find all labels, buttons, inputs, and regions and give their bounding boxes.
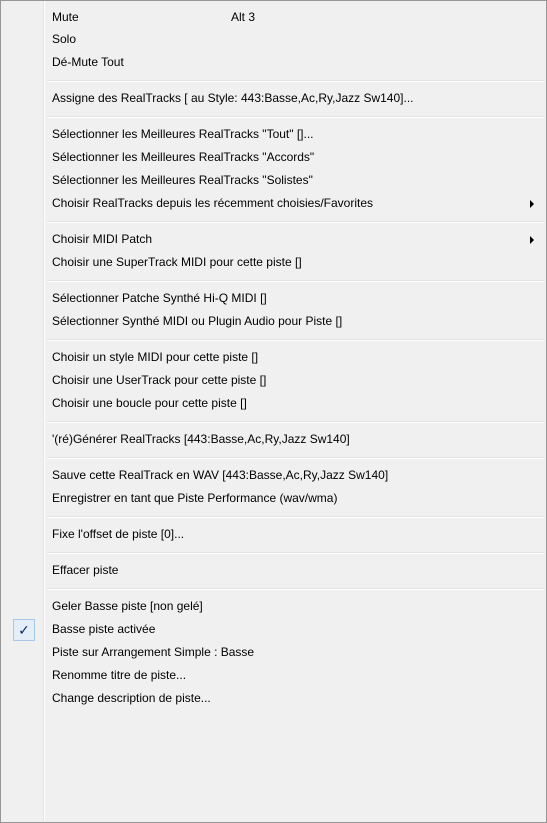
menu-item-choose-usertrack[interactable]: Choisir une UserTrack pour cette piste [… — [3, 370, 544, 392]
menu-item-label: Choisir un style MIDI pour cette piste [… — [52, 350, 259, 364]
menu-item-save-realtrack-wav[interactable]: Sauve cette RealTrack en WAV [443:Basse,… — [3, 465, 544, 487]
checkmark-icon: ✓ — [13, 619, 35, 641]
menu-item-assign-realtracks[interactable]: Assigne des RealTracks [ au Style: 443:B… — [3, 88, 544, 110]
menu-separator — [47, 80, 544, 82]
menu-item-choose-midi-style[interactable]: Choisir un style MIDI pour cette piste [… — [3, 347, 544, 369]
menu-item-label: '(ré)Générer RealTracks [443:Basse,Ac,Ry… — [52, 432, 350, 446]
menu-item-change-track-description[interactable]: Change description de piste... — [3, 688, 544, 710]
menu-item-label: Geler Basse piste [non gelé] — [52, 599, 203, 613]
menu-separator — [47, 280, 544, 282]
menu-item-choose-midi-supertrack[interactable]: Choisir une SuperTrack MIDI pour cette p… — [3, 252, 544, 274]
menu-item-label: Sélectionner les Meilleures RealTracks "… — [52, 127, 314, 141]
menu-separator — [47, 421, 544, 423]
menu-item-regenerate-realtracks[interactable]: '(ré)Générer RealTracks [443:Basse,Ac,Ry… — [3, 429, 544, 451]
submenu-arrow-icon — [530, 236, 534, 244]
menu-item-label: Choisir MIDI Patch — [52, 232, 153, 246]
menu-separator — [47, 516, 544, 518]
menu-item-best-realtracks-all[interactable]: Sélectionner les Meilleures RealTracks "… — [3, 124, 544, 146]
menu-item-label: Fixe l'offset de piste [0]... — [52, 527, 185, 541]
menu-item-label: Renomme titre de piste... — [52, 668, 187, 682]
menu-item-clear-track[interactable]: Effacer piste — [3, 560, 544, 582]
menu-item-label: Dé-Mute Tout — [52, 55, 124, 69]
menu-item-freeze-bass-track[interactable]: Geler Basse piste [non gelé] — [3, 596, 544, 618]
menu-item-label: Mute — [52, 10, 79, 24]
menu-separator — [47, 221, 544, 223]
menu-item-label: Choisir une SuperTrack MIDI pour cette p… — [52, 255, 302, 269]
menu-item-best-realtracks-chords[interactable]: Sélectionner les Meilleures RealTracks "… — [3, 147, 544, 169]
menu-item-unmute-all[interactable]: Dé-Mute Tout — [3, 52, 544, 74]
menu-separator — [47, 457, 544, 459]
menu-item-shortcut: Alt 3 — [231, 10, 256, 24]
menu-item-mute[interactable]: Mute Alt 3 — [3, 7, 544, 29]
menu-item-label: Sélectionner les Meilleures RealTracks "… — [52, 173, 313, 187]
menu-item-recent-favorite-realtracks[interactable]: Choisir RealTracks depuis les récemment … — [3, 193, 544, 215]
menu-item-label: Basse piste activée — [52, 622, 156, 636]
submenu-arrow-icon — [530, 200, 534, 208]
menu-item-bass-track-enabled[interactable]: ✓ Basse piste activée — [3, 619, 544, 641]
menu-item-label: Choisir une boucle pour cette piste [] — [52, 396, 247, 410]
menu-item-label: Sélectionner les Meilleures RealTracks "… — [52, 150, 315, 164]
menu-separator — [47, 588, 544, 590]
menu-item-label: Change description de piste... — [52, 691, 211, 705]
menu-separator — [47, 339, 544, 341]
menu-item-choose-loop[interactable]: Choisir une boucle pour cette piste [] — [3, 393, 544, 415]
menu-item-simple-arrangement-track[interactable]: Piste sur Arrangement Simple : Basse — [3, 642, 544, 664]
menu-item-rename-track-title[interactable]: Renomme titre de piste... — [3, 665, 544, 687]
menu-item-best-realtracks-soloists[interactable]: Sélectionner les Meilleures RealTracks "… — [3, 170, 544, 192]
menu-item-label: Choisir RealTracks depuis les récemment … — [52, 196, 373, 210]
menu-item-label: Sauve cette RealTrack en WAV [443:Basse,… — [52, 468, 389, 482]
menu-item-label: Sélectionner Patche Synthé Hi-Q MIDI [] — [52, 291, 267, 305]
menu-item-choose-midi-patch[interactable]: Choisir MIDI Patch — [3, 229, 544, 251]
menu-item-set-track-offset[interactable]: Fixe l'offset de piste [0]... — [3, 524, 544, 546]
menu-item-label: Sélectionner Synthé MIDI ou Plugin Audio… — [52, 314, 343, 328]
context-menu: Mute Alt 3 Solo Dé-Mute Tout Assigne des… — [0, 0, 547, 823]
menu-item-label: Solo — [52, 32, 77, 46]
menu-item-solo[interactable]: Solo — [3, 29, 544, 51]
menu-item-label: Effacer piste — [52, 563, 119, 577]
menu-item-label: Choisir une UserTrack pour cette piste [… — [52, 373, 267, 387]
menu-separator — [47, 552, 544, 554]
menu-item-midi-synth-audio-plugin[interactable]: Sélectionner Synthé MIDI ou Plugin Audio… — [3, 311, 544, 333]
menu-item-label: Enregistrer en tant que Piste Performanc… — [52, 491, 338, 505]
menu-item-label: Piste sur Arrangement Simple : Basse — [52, 645, 255, 659]
menu-item-label: Assigne des RealTracks [ au Style: 443:B… — [52, 91, 414, 105]
menu-item-hiq-midi-synth-patch[interactable]: Sélectionner Patche Synthé Hi-Q MIDI [] — [3, 288, 544, 310]
menu-item-save-performance-track[interactable]: Enregistrer en tant que Piste Performanc… — [3, 488, 544, 510]
menu-separator — [47, 116, 544, 118]
